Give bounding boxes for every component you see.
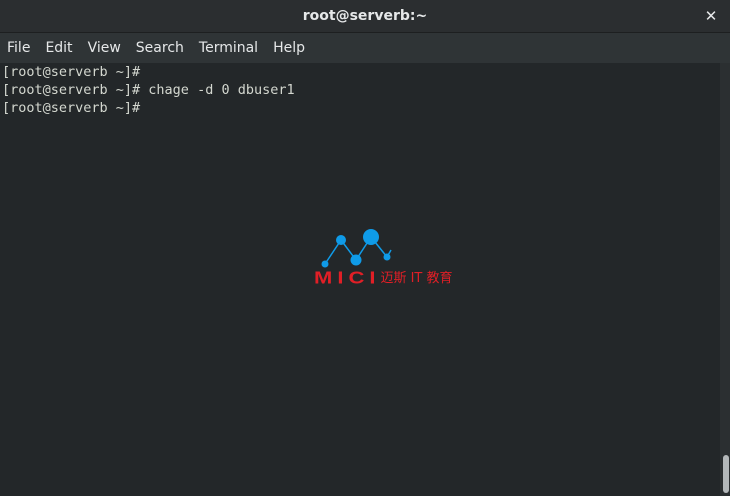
watermark-logo: MICI 迈斯 IT 教育 xyxy=(312,226,502,290)
title-bar[interactable]: root@serverb:~ ✕ xyxy=(0,0,730,33)
terminal-line: [root@serverb ~]# chage -d 0 dbuser1 xyxy=(2,82,295,98)
close-icon: ✕ xyxy=(704,7,718,25)
menu-help[interactable]: Help xyxy=(266,33,313,63)
scrollbar-thumb[interactable] xyxy=(723,455,729,493)
close-button[interactable]: ✕ xyxy=(700,5,722,27)
menu-view[interactable]: View xyxy=(81,33,129,63)
menu-bar: File Edit View Search Terminal Help xyxy=(0,33,730,63)
terminal-window: root@serverb:~ ✕ File Edit View Search T… xyxy=(0,0,730,496)
watermark-subtitle: 迈斯 IT 教育 xyxy=(380,271,453,286)
watermark-text: MICI 迈斯 IT 教育 xyxy=(314,262,453,288)
vertical-scrollbar[interactable] xyxy=(720,63,730,496)
watermark-brand: MICI xyxy=(314,267,381,288)
menu-edit[interactable]: Edit xyxy=(38,33,80,63)
window-title: root@serverb:~ xyxy=(302,8,428,24)
menu-file[interactable]: File xyxy=(0,33,38,63)
menu-search[interactable]: Search xyxy=(129,33,192,63)
terminal-line: [root@serverb ~]# xyxy=(2,64,141,80)
menu-terminal[interactable]: Terminal xyxy=(192,33,266,63)
terminal-line: [root@serverb ~]# xyxy=(2,100,141,116)
